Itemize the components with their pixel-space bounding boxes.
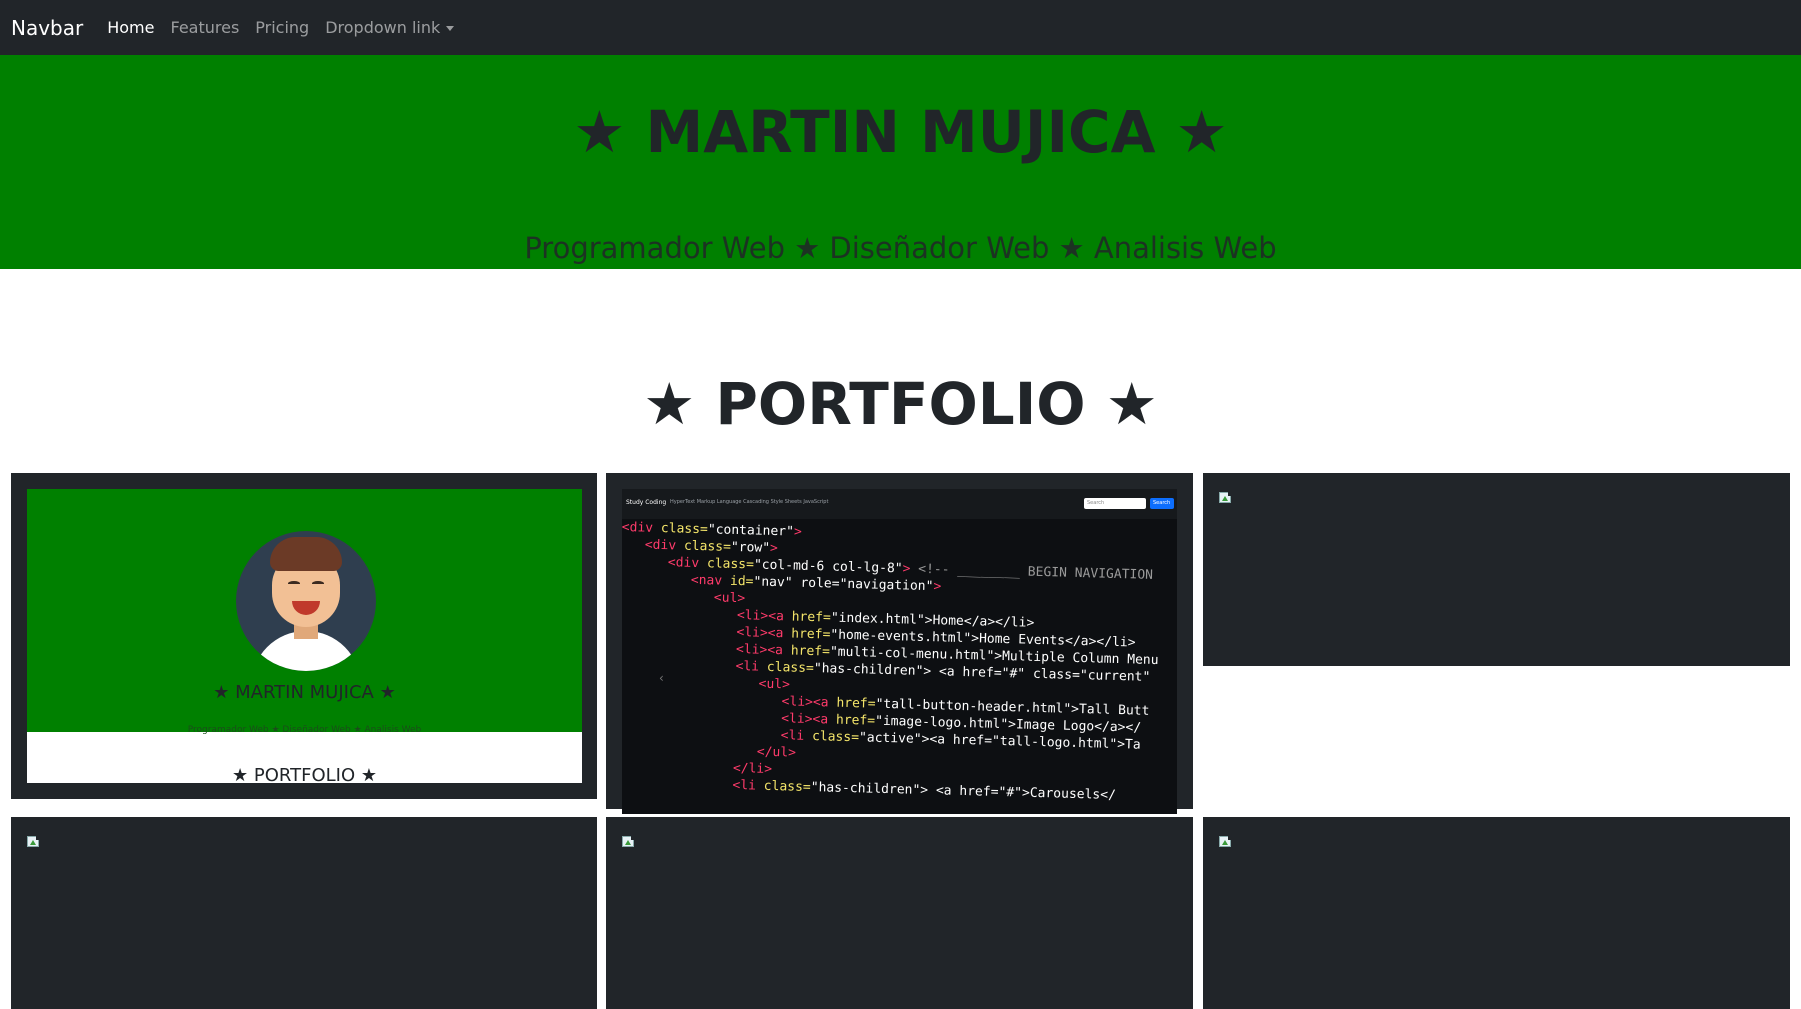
preview-subtitle: Programador Web ★ Diseñador Web ★ Analis…: [187, 725, 422, 735]
site-preview-image: ★ MARTIN MUJICA ★ Programador Web ★ Dise…: [27, 489, 582, 783]
portfolio-title: ★ PORTFOLIO ★: [643, 370, 1158, 438]
portfolio-card-2[interactable]: Study Coding HyperText Markup Language C…: [606, 473, 1193, 814]
portfolio-card-5[interactable]: [606, 817, 1193, 1009]
caret-down-icon: [446, 26, 455, 31]
preview-nav-links: HyperText Markup Language Cascading Styl…: [670, 499, 829, 505]
broken-image-icon: [26, 834, 42, 850]
top-navbar: Navbar Home Features Pricing Dropdown li…: [0, 0, 1801, 55]
preview-search-input: Search: [1084, 498, 1146, 509]
code-listing: <div class="container"> <div class="row"…: [622, 519, 1177, 806]
avatar: [236, 531, 376, 671]
nav-link-features[interactable]: Features: [170, 18, 239, 37]
preview-search-button: Search: [1150, 498, 1174, 509]
chevron-left-icon: ‹: [659, 671, 664, 685]
preview-navbar: Study Coding HyperText Markup Language C…: [622, 489, 1177, 519]
nav-dropdown-link[interactable]: Dropdown link: [325, 18, 455, 37]
hero-subtitle: Programador Web ★ Diseñador Web ★ Analis…: [524, 231, 1277, 265]
navbar-brand[interactable]: Navbar: [11, 16, 83, 40]
nav-link-home[interactable]: Home: [107, 18, 154, 37]
nav-link-pricing[interactable]: Pricing: [255, 18, 309, 37]
portfolio-card-1[interactable]: ★ MARTIN MUJICA ★ Programador Web ★ Dise…: [11, 473, 597, 799]
broken-image-icon: [1218, 490, 1234, 506]
broken-image-icon: [1218, 834, 1234, 850]
nav-dropdown-label: Dropdown link: [325, 18, 441, 37]
hero-title: ★ MARTIN MUJICA ★: [573, 98, 1228, 166]
preview-portfolio-title: ★ PORTFOLIO ★: [232, 765, 377, 783]
broken-image-icon: [621, 834, 637, 850]
portfolio-card-4[interactable]: [11, 817, 597, 1009]
portfolio-card-3[interactable]: [1203, 473, 1790, 666]
preview-name: ★ MARTIN MUJICA ★: [213, 682, 396, 703]
code-preview-image: Study Coding HyperText Markup Language C…: [622, 489, 1177, 814]
portfolio-card-6[interactable]: [1203, 817, 1790, 1009]
hero-banner: ★ MARTIN MUJICA ★ Programador Web ★ Dise…: [0, 55, 1801, 269]
preview-nav-brand: Study Coding: [626, 499, 667, 506]
